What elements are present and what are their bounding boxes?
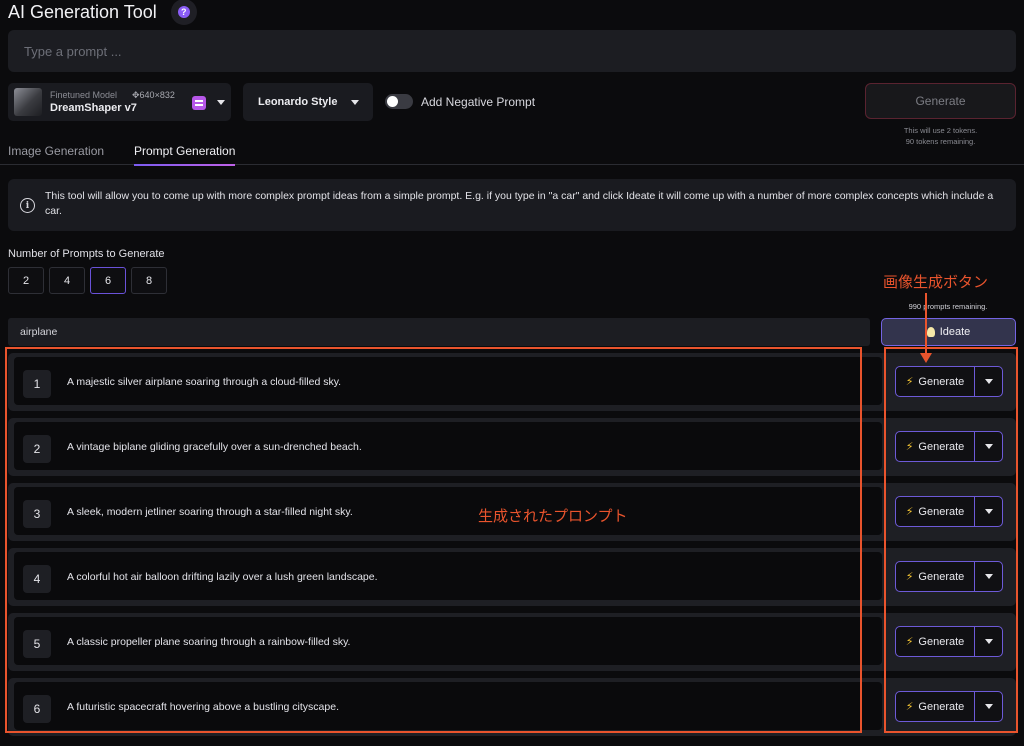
model-selector[interactable]: Finetuned Model DreamShaper v7 ✥640×832 <box>8 83 231 121</box>
annotation-generated-prompts-note: 生成されたプロンプト <box>478 508 628 525</box>
prompt-input[interactable] <box>8 30 1016 72</box>
tab-image-generation[interactable]: Image Generation <box>8 144 104 158</box>
move-icon: ✥ <box>132 90 140 100</box>
model-settings-icon[interactable] <box>192 96 206 110</box>
num-prompts-label: Number of Prompts to Generate <box>8 248 165 260</box>
ideate-input[interactable]: airplane <box>8 318 870 346</box>
num-option-8[interactable]: 8 <box>131 267 167 294</box>
num-prompts-options: 2 4 6 8 <box>8 267 167 294</box>
info-banner: i This tool will allow you to come up wi… <box>8 179 1016 231</box>
info-text: This tool will allow you to come up with… <box>45 190 994 217</box>
style-value: Leonardo Style <box>258 96 338 108</box>
negative-prompt-label: Add Negative Prompt <box>421 94 536 109</box>
style-selector[interactable]: Leonardo Style <box>243 83 373 121</box>
page-title: AI Generation Tool <box>8 1 157 22</box>
lightbulb-icon <box>926 327 935 337</box>
model-dimensions: ✥640×832 <box>132 90 175 101</box>
negative-prompt-toggle[interactable] <box>385 94 413 109</box>
header: AI Generation Tool ? <box>8 0 197 25</box>
num-option-4[interactable]: 4 <box>49 267 85 294</box>
annotation-box-prompts <box>5 347 862 733</box>
annotation-arrow <box>925 293 927 355</box>
num-option-2[interactable]: 2 <box>8 267 44 294</box>
ideate-button[interactable]: Ideate <box>881 318 1016 346</box>
num-option-6[interactable]: 6 <box>90 267 126 294</box>
model-thumbnail <box>14 88 42 116</box>
annotation-generate-button-note: 画像生成ボタン <box>883 274 989 291</box>
help-button[interactable]: ? <box>170 0 197 25</box>
model-label: Finetuned Model <box>50 90 118 100</box>
token-cost: This will use 2 tokens. <box>903 126 978 135</box>
generate-button[interactable]: Generate <box>865 83 1016 119</box>
tab-prompt-generation[interactable]: Prompt Generation <box>134 144 236 166</box>
chevron-down-icon <box>351 99 359 105</box>
model-name: DreamShaper v7 <box>50 102 137 114</box>
ideate-label: Ideate <box>939 326 971 338</box>
annotation-box-buttons <box>884 347 1018 733</box>
tab-bar: Image Generation Prompt Generation <box>0 140 1024 166</box>
model-dimensions-value: 640×832 <box>139 90 175 100</box>
info-icon: i <box>20 198 35 213</box>
negative-prompt-toggle-row[interactable]: Add Negative Prompt <box>385 94 535 109</box>
help-icon: ? <box>177 6 190 18</box>
prompts-remaining: 990 prompts remaining. <box>908 302 988 311</box>
chevron-down-icon[interactable] <box>217 100 225 105</box>
